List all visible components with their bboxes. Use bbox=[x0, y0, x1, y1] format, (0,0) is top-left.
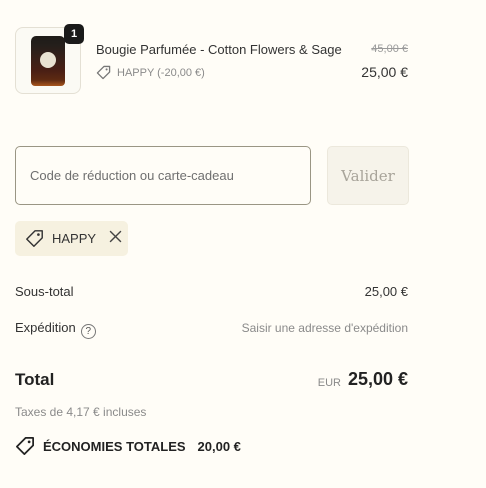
subtotal-label: Sous-total bbox=[15, 284, 74, 299]
savings-label: ÉCONOMIES TOTALES bbox=[43, 438, 186, 454]
remove-discount-button[interactable] bbox=[109, 230, 122, 248]
apply-discount-button[interactable]: Valider bbox=[327, 146, 409, 205]
help-icon[interactable]: ? bbox=[80, 324, 96, 339]
shipping-value: Saisir une adresse d'expédition bbox=[241, 321, 408, 335]
candle-image bbox=[31, 35, 65, 86]
product-price: 25,00 € bbox=[361, 64, 408, 80]
tag-icon bbox=[16, 437, 34, 455]
tag-icon bbox=[96, 65, 111, 80]
applied-discount-label: HAPPY bbox=[52, 231, 97, 246]
total-amount: 25,00 € bbox=[347, 369, 408, 389]
total-currency: EUR bbox=[317, 377, 341, 389]
product-name: Bougie Parfumée - Cotton Flowers & Sage bbox=[96, 42, 342, 57]
discount-code-input[interactable] bbox=[15, 146, 311, 205]
subtotal-value: 25,00 € bbox=[364, 284, 408, 299]
product-discount-label: HAPPY (-20,00 €) bbox=[117, 66, 205, 79]
original-price: 45,00 € bbox=[371, 43, 408, 55]
shipping-label: Expédition bbox=[15, 320, 76, 335]
tag-icon bbox=[26, 230, 43, 247]
taxes-note: Taxes de 4,17 € incluses bbox=[15, 405, 147, 419]
savings-value: 20,00 € bbox=[197, 438, 241, 454]
shipping-row: Expédition? bbox=[15, 320, 96, 339]
close-icon[interactable] bbox=[109, 230, 122, 243]
quantity-badge: 1 bbox=[64, 24, 84, 44]
applied-discount-tag: HAPPY bbox=[15, 221, 128, 256]
total-savings: ÉCONOMIES TOTALES 20,00 € bbox=[15, 436, 241, 456]
total-label: Total bbox=[15, 370, 55, 389]
product-discount: HAPPY (-20,00 €) bbox=[96, 65, 205, 80]
